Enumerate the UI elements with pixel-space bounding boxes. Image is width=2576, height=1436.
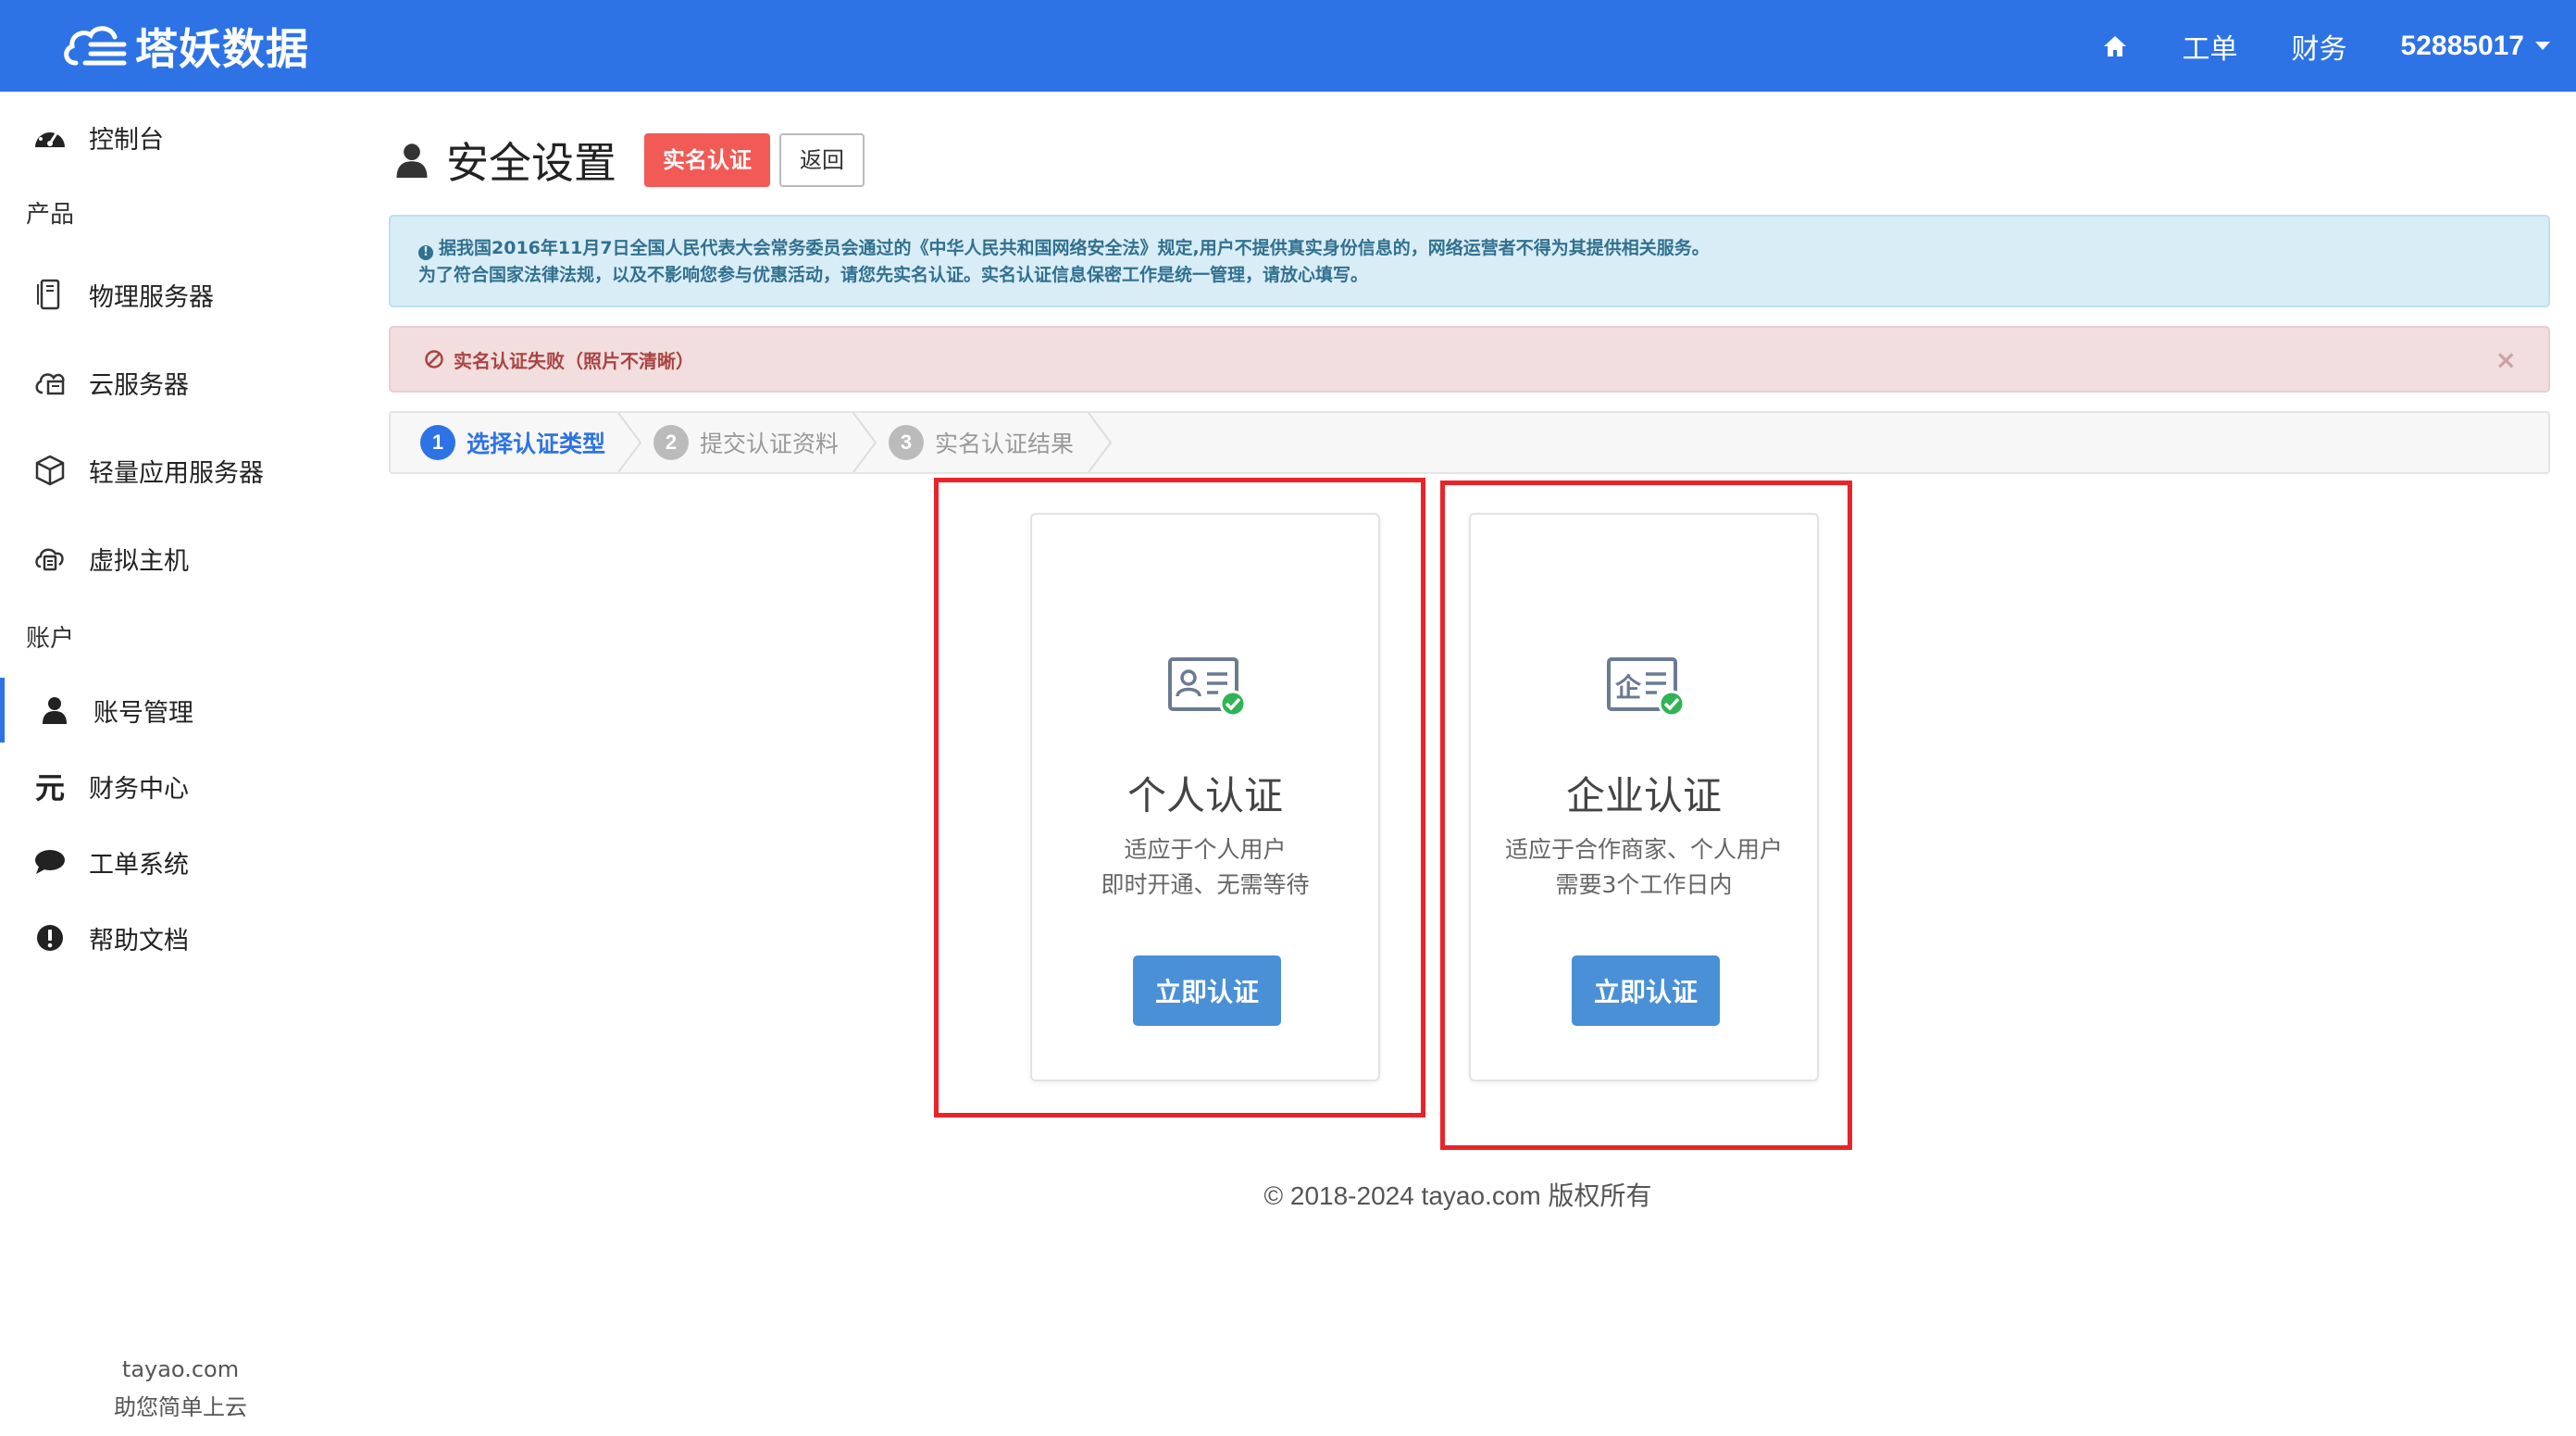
step-number: 1 [420,425,455,460]
sidebar-footer-slogan: 助您简单上云 [114,1394,247,1420]
step-separator-icon [852,413,877,472]
copyright-footer: © 2018-2024 tayao.com 版权所有 [1263,1181,1652,1210]
nav-finance[interactable]: 财务 [2292,26,2347,67]
sidebar-label: 财务中心 [89,774,189,804]
user-id: 52885017 [2400,30,2524,61]
user-icon [396,144,428,178]
yuan-icon: 元 [34,770,65,805]
brand-name: 塔妖数据 [135,24,309,74]
sidebar-item-dashboard[interactable]: 控制台 [0,105,361,169]
sidebar-item-virtual-host[interactable]: 虚拟主机 [0,526,361,591]
server-icon [33,278,67,311]
sidebar-group-products: 产品 [26,201,75,229]
info-circle-icon: ! [418,245,433,260]
step-2: 2 提交认证资料 [653,413,839,472]
sidebar-label: 物理服务器 [89,282,214,312]
page-header: 安全设置 实名认证 返回 [394,128,865,193]
cube-icon [33,454,67,487]
step-separator-icon [1088,413,1113,472]
ban-icon [425,350,443,368]
sidebar-item-help-docs[interactable]: 帮助文档 [0,905,361,970]
close-icon[interactable]: × [2495,344,2517,375]
sidebar-label: 控制台 [89,125,164,155]
top-navbar: 塔妖数据 工单 财务 52885017 [0,0,2576,92]
highlight-box-enterprise [1440,481,1852,1150]
cloud-logo-icon [64,26,127,66]
sidebar-label: 工单系统 [89,850,189,880]
step-label: 实名认证结果 [935,431,1075,457]
sidebar-label: 账号管理 [93,698,193,728]
real-name-auth-badge[interactable]: 实名认证 [644,133,770,187]
highlight-box-personal [934,478,1425,1118]
sidebar-footer-domain: tayao.com [121,1356,240,1382]
sidebar-group-account: 账户 [26,625,75,653]
error-alert-text: 实名认证失败（照片不清晰） [454,349,694,372]
step-label: 选择认证类型 [467,431,606,457]
back-button[interactable]: 返回 [779,133,865,187]
user-icon [38,693,71,727]
step-1: 1 选择认证类型 [420,413,605,472]
top-nav: 工单 财务 52885017 [2101,0,2576,92]
home-link[interactable] [2101,32,2129,60]
brand[interactable]: 塔妖数据 [59,17,309,76]
user-menu[interactable]: 52885017 [2401,31,2550,62]
nav-ticket[interactable]: 工单 [2183,26,2238,67]
sidebar-label: 虚拟主机 [89,546,189,576]
page-title: 安全设置 [446,138,616,188]
sidebar: 控制台 产品 物理服务器 云服务器 轻量应用服务器 虚拟主机 账户 账号管理 元… [0,92,361,1436]
home-icon [2103,35,2126,56]
sidebar-item-account-management[interactable]: 账号管理 [0,678,361,743]
step-3: 3 实名认证结果 [889,413,1074,472]
sidebar-label: 轻量应用服务器 [89,458,264,488]
chat-bubble-icon [33,845,67,879]
info-alert: ! 据我国2016年11月7日全国人民代表大会常务委员会通过的《中华人民共和国网络… [389,215,2550,307]
step-progress: 1 选择认证类型 2 提交认证资料 3 实名认证结果 [389,411,2550,474]
caret-down-icon [2535,42,2550,50]
sidebar-item-ticket-system[interactable]: 工单系统 [0,830,361,894]
step-label: 提交认证资料 [700,431,840,457]
step-number: 3 [889,425,924,460]
sidebar-item-finance-center[interactable]: 元 财务中心 [0,754,361,818]
cloud-server-icon [33,366,67,399]
virtual-host-icon [33,542,67,575]
sidebar-item-lightweight-server[interactable]: 轻量应用服务器 [0,438,361,503]
error-alert: 实名认证失败（照片不清晰） × [389,326,2550,393]
sidebar-label: 云服务器 [89,370,189,400]
sidebar-item-physical-server[interactable]: 物理服务器 [0,262,361,327]
info-alert-line-1: ! 据我国2016年11月7日全国人民代表大会常务委员会通过的《中华人民共和国网络… [418,235,2520,262]
info-alert-line-2: 为了符合国家法律法规，以及不影响您参与优惠活动，请您先实名认证。实名认证信息保密… [418,265,1369,285]
step-separator-icon [617,413,642,472]
sidebar-label: 帮助文档 [89,926,189,955]
dashboard-icon [33,120,67,154]
step-number: 2 [653,425,689,460]
exclamation-circle-icon [33,921,67,955]
sidebar-item-cloud-server[interactable]: 云服务器 [0,350,361,415]
